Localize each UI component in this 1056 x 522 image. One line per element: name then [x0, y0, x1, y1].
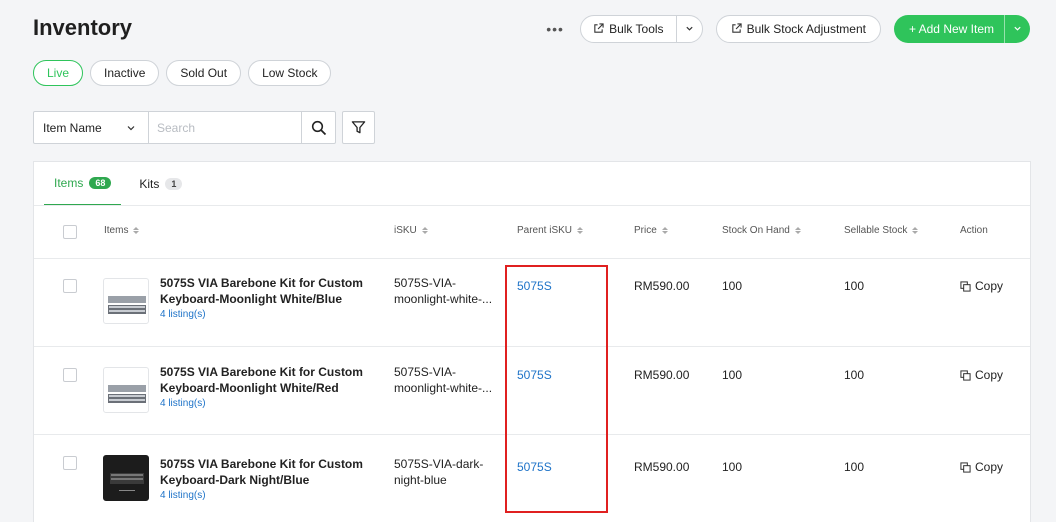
- column-header-items[interactable]: Items: [104, 225, 140, 236]
- divider: [34, 205, 1030, 206]
- items-count-badge: 68: [89, 177, 112, 189]
- tab-items[interactable]: Items 68: [44, 162, 122, 206]
- sort-icon: [912, 227, 919, 234]
- sort-icon: [794, 227, 801, 234]
- add-new-item-main[interactable]: + Add New Item: [894, 15, 1004, 43]
- add-new-item-button[interactable]: + Add New Item: [893, 14, 1030, 43]
- bulk-tools-button[interactable]: Bulk Tools: [580, 14, 703, 43]
- product-thumbnail: [103, 367, 149, 413]
- item-cell: 5075S VIA Barebone Kit for Custom Keyboa…: [160, 456, 370, 501]
- column-header-price-label: Price: [634, 225, 657, 236]
- copy-label: Copy: [975, 460, 1004, 474]
- chevron-down-icon: [127, 125, 135, 130]
- search-button[interactable]: [301, 112, 335, 143]
- sort-icon: [421, 227, 428, 234]
- column-header-parent-isku[interactable]: Parent iSKU: [517, 225, 584, 236]
- bulk-stock-adjustment-button[interactable]: Bulk Stock Adjustment: [715, 14, 881, 43]
- highlight-box: [505, 265, 608, 513]
- search-field-value: Item Name: [43, 120, 102, 135]
- item-cell: 5075S VIA Barebone Kit for Custom Keyboa…: [160, 275, 370, 320]
- chevron-down-icon: [1014, 26, 1021, 31]
- column-header-action: Action: [960, 225, 988, 236]
- listing-link[interactable]: 4 listing(s): [160, 490, 370, 501]
- column-header-stock-label: Stock On Hand: [722, 225, 790, 236]
- sort-icon: [661, 227, 668, 234]
- copy-label: Copy: [975, 279, 1004, 293]
- bulk-adjustment-label: Bulk Stock Adjustment: [746, 21, 866, 36]
- item-name[interactable]: 5075S VIA Barebone Kit for Custom Keyboa…: [160, 275, 370, 307]
- copy-icon: [960, 369, 971, 381]
- isku-cell: 5075S-VIA-moonlight-white-...: [394, 365, 493, 395]
- item-name[interactable]: 5075S VIA Barebone Kit for Custom Keyboa…: [160, 364, 370, 396]
- status-tab-live[interactable]: Live: [33, 60, 84, 86]
- page-title: Inventory: [33, 15, 133, 40]
- price-cell: RM590.00: [634, 368, 690, 382]
- column-header-sellable-label: Sellable Stock: [844, 225, 908, 236]
- bulk-tools-dropdown[interactable]: [675, 15, 702, 42]
- status-filter-tabs: Live Inactive Sold Out Low Stock: [33, 60, 332, 86]
- sellable-stock-cell: 100: [844, 460, 865, 474]
- search-input[interactable]: [149, 112, 301, 143]
- copy-button[interactable]: Copy: [960, 460, 1003, 474]
- item-cell: 5075S VIA Barebone Kit for Custom Keyboa…: [160, 364, 370, 409]
- column-header-sellable-stock[interactable]: Sellable Stock: [844, 225, 919, 236]
- copy-icon: [960, 461, 971, 473]
- add-new-item-dropdown[interactable]: [1004, 14, 1030, 43]
- item-name[interactable]: 5075S VIA Barebone Kit for Custom Keyboa…: [160, 456, 370, 488]
- tab-kits-label: Kits: [139, 177, 160, 191]
- column-header-parent-label: Parent iSKU: [517, 225, 573, 236]
- column-header-action-label: Action: [960, 225, 988, 236]
- row-checkbox[interactable]: [63, 368, 77, 382]
- bulk-tools-main[interactable]: Bulk Tools: [581, 16, 675, 42]
- search-field-select[interactable]: Item Name: [34, 112, 149, 143]
- status-tab-inactive[interactable]: Inactive: [90, 60, 160, 86]
- price-cell: RM590.00: [634, 279, 690, 293]
- sort-icon: [133, 227, 140, 234]
- stock-on-hand-cell: 100: [722, 460, 743, 474]
- add-new-item-label: + Add New Item: [908, 21, 994, 36]
- copy-button[interactable]: Copy: [960, 368, 1003, 382]
- filter-icon: [351, 121, 366, 134]
- copy-icon: [960, 280, 971, 292]
- search-group: Item Name: [33, 111, 336, 144]
- external-link-icon: [731, 23, 742, 33]
- copy-button[interactable]: Copy: [960, 279, 1003, 293]
- chevron-down-icon: [685, 26, 693, 31]
- row-checkbox[interactable]: [63, 279, 77, 293]
- listing-link[interactable]: 4 listing(s): [160, 398, 370, 409]
- item-type-tabs: Items 68 Kits 1: [44, 162, 200, 206]
- sellable-stock-cell: 100: [844, 279, 865, 293]
- column-header-isku-label: iSKU: [394, 225, 417, 236]
- bulk-tools-label: Bulk Tools: [609, 21, 664, 36]
- copy-label: Copy: [975, 368, 1004, 382]
- kits-count-badge: 1: [165, 178, 183, 190]
- more-options-button[interactable]: •••: [540, 15, 570, 43]
- price-cell: RM590.00: [634, 460, 690, 474]
- sellable-stock-cell: 100: [844, 368, 865, 382]
- tab-kits[interactable]: Kits 1: [129, 162, 192, 206]
- column-header-price[interactable]: Price: [634, 225, 668, 236]
- filter-button[interactable]: [342, 111, 375, 144]
- column-header-isku[interactable]: iSKU: [394, 225, 428, 236]
- tab-items-label: Items: [54, 176, 84, 190]
- product-thumbnail: [103, 455, 149, 501]
- stock-on-hand-cell: 100: [722, 279, 743, 293]
- top-toolbar: ••• Bulk Tools Bulk Stock Adjustment + A…: [540, 14, 1030, 43]
- bulk-adjustment-main[interactable]: Bulk Stock Adjustment: [719, 16, 878, 42]
- status-tab-sold-out[interactable]: Sold Out: [166, 60, 242, 86]
- stock-on-hand-cell: 100: [722, 368, 743, 382]
- select-all-checkbox[interactable]: [63, 225, 77, 239]
- search-bar: Item Name: [33, 111, 375, 144]
- row-checkbox[interactable]: [63, 456, 77, 470]
- status-tab-low-stock[interactable]: Low Stock: [248, 60, 332, 86]
- product-thumbnail: [103, 278, 149, 324]
- sort-icon: [577, 227, 584, 234]
- isku-cell: 5075S-VIA-dark-night-blue: [394, 457, 484, 487]
- external-link-icon: [594, 23, 604, 33]
- search-icon: [311, 120, 326, 135]
- isku-cell: 5075S-VIA-moonlight-white-...: [394, 276, 493, 306]
- column-header-items-label: Items: [104, 225, 129, 236]
- column-header-stock-on-hand[interactable]: Stock On Hand: [722, 225, 801, 236]
- listing-link[interactable]: 4 listing(s): [160, 309, 370, 320]
